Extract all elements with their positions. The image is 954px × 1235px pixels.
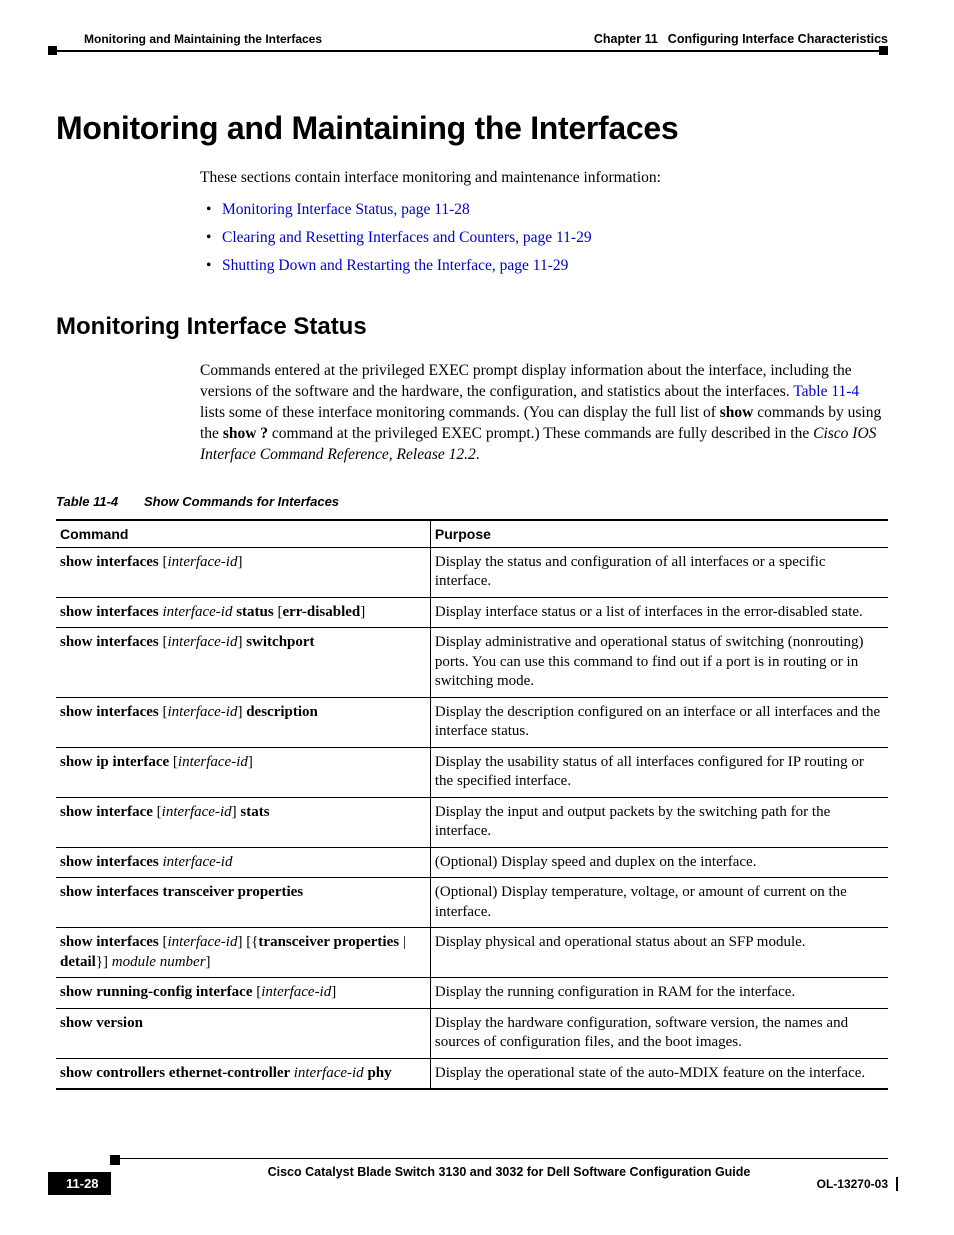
- purpose-cell: Display the running configuration in RAM…: [430, 978, 888, 1009]
- command-cell: show interfaces [interface-id]: [56, 547, 430, 597]
- table-header-command: Command: [56, 520, 430, 548]
- table-row: show controllers ethernet-controller int…: [56, 1058, 888, 1089]
- xref-link[interactable]: Monitoring Interface Status, page 11-28: [222, 201, 470, 219]
- xref-link[interactable]: Shutting Down and Restarting the Interfa…: [222, 257, 568, 275]
- command-cell: show ip interface [interface-id]: [56, 747, 430, 797]
- footer-decoration: [110, 1155, 120, 1165]
- table-row: show interfaces [interface-id]Display th…: [56, 547, 888, 597]
- command-cell: show interfaces [interface-id] switchpor…: [56, 628, 430, 698]
- table-row: show running-config interface [interface…: [56, 978, 888, 1009]
- header-chapter: Chapter 11: [594, 32, 658, 46]
- commands-table: Command Purpose show interfaces [interfa…: [56, 519, 888, 1091]
- command-cell: show interfaces [interface-id] [{transce…: [56, 928, 430, 978]
- table-header-purpose: Purpose: [430, 520, 888, 548]
- command-cell: show interfaces transceiver properties: [56, 878, 430, 928]
- purpose-cell: Display interface status or a list of in…: [430, 597, 888, 628]
- xref-link[interactable]: Clearing and Resetting Interfaces and Co…: [222, 229, 592, 247]
- purpose-cell: Display the description configured on an…: [430, 697, 888, 747]
- table-row: show interface [interface-id] statsDispl…: [56, 797, 888, 847]
- table-row: show ip interface [interface-id]Display …: [56, 747, 888, 797]
- command-cell: show running-config interface [interface…: [56, 978, 430, 1009]
- body-paragraph: Commands entered at the privileged EXEC …: [200, 361, 888, 466]
- list-item: •Clearing and Resetting Interfaces and C…: [200, 229, 888, 247]
- footer-rule: [120, 1158, 888, 1159]
- purpose-cell: Display administrative and operational s…: [430, 628, 888, 698]
- purpose-cell: Display the usability status of all inte…: [430, 747, 888, 797]
- footer-doc-id: OL-13270-03: [817, 1177, 888, 1191]
- table-ref-link[interactable]: Table 11-4: [793, 383, 859, 400]
- section-heading: Monitoring Interface Status: [56, 313, 888, 341]
- purpose-cell: Display the status and configuration of …: [430, 547, 888, 597]
- command-cell: show controllers ethernet-controller int…: [56, 1058, 430, 1089]
- table-row: show interfaces interface-id status [err…: [56, 597, 888, 628]
- list-item: •Shutting Down and Restarting the Interf…: [200, 257, 888, 275]
- purpose-cell: Display the hardware configuration, soft…: [430, 1008, 888, 1058]
- command-cell: show interfaces interface-id: [56, 847, 430, 878]
- command-cell: show interfaces [interface-id] descripti…: [56, 697, 430, 747]
- table-row: show interfaces [interface-id] switchpor…: [56, 628, 888, 698]
- bullet-icon: •: [200, 201, 222, 219]
- footer-decoration: [896, 1177, 898, 1191]
- bullet-icon: •: [200, 257, 222, 275]
- table-row: show interfaces [interface-id] [{transce…: [56, 928, 888, 978]
- header-decoration: [879, 46, 888, 55]
- intro-text: These sections contain interface monitor…: [200, 169, 888, 187]
- footer-book-title: Cisco Catalyst Blade Switch 3130 and 303…: [130, 1165, 888, 1179]
- bullet-icon: •: [200, 229, 222, 247]
- purpose-cell: (Optional) Display speed and duplex on t…: [430, 847, 888, 878]
- header-rule: [48, 50, 888, 52]
- page-title: Monitoring and Maintaining the Interface…: [56, 110, 888, 147]
- purpose-cell: Display physical and operational status …: [430, 928, 888, 978]
- table-row: show interfaces interface-id(Optional) D…: [56, 847, 888, 878]
- table-row: show interfaces [interface-id] descripti…: [56, 697, 888, 747]
- footer-page-number: 11-28: [48, 1172, 111, 1195]
- header-chapter-title: Configuring Interface Characteristics: [668, 32, 888, 46]
- list-item: •Monitoring Interface Status, page 11-28: [200, 201, 888, 219]
- purpose-cell: (Optional) Display temperature, voltage,…: [430, 878, 888, 928]
- command-cell: show interface [interface-id] stats: [56, 797, 430, 847]
- table-row: show interfaces transceiver properties(O…: [56, 878, 888, 928]
- header-section: Monitoring and Maintaining the Interface…: [48, 32, 322, 46]
- command-cell: show version: [56, 1008, 430, 1058]
- table-caption: Table 11-4Show Commands for Interfaces: [56, 494, 888, 509]
- table-row: show versionDisplay the hardware configu…: [56, 1008, 888, 1058]
- purpose-cell: Display the operational state of the aut…: [430, 1058, 888, 1089]
- purpose-cell: Display the input and output packets by …: [430, 797, 888, 847]
- command-cell: show interfaces interface-id status [err…: [56, 597, 430, 628]
